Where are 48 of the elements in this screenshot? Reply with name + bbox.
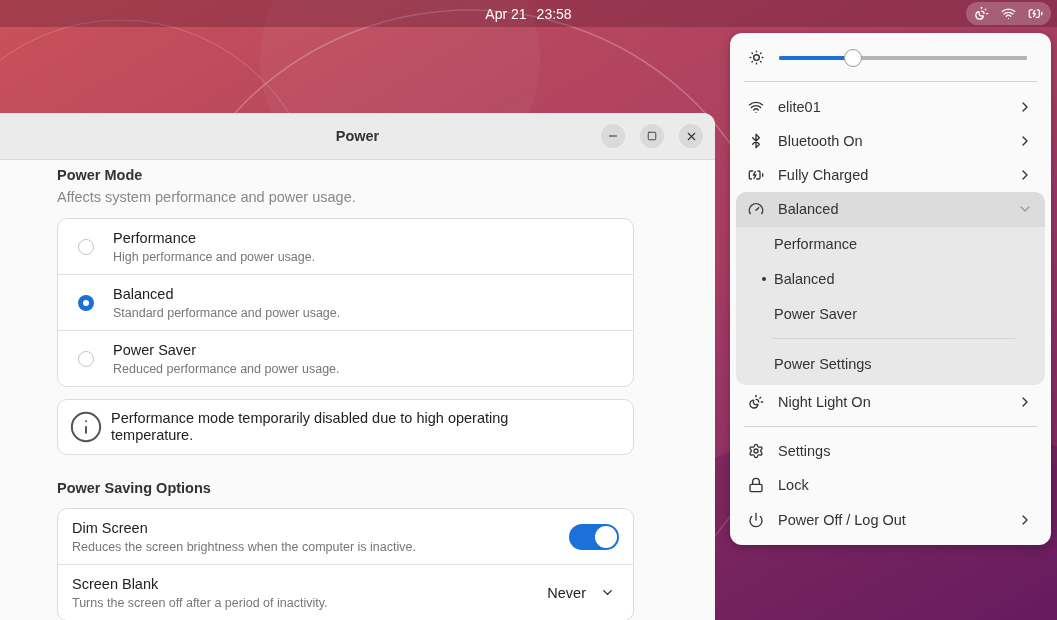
submenu-item[interactable]: Performance [774, 236, 1045, 253]
notice-text: Performance mode temporarily disabled due to high operating temperature. [111, 410, 510, 444]
option-description: High performance and power usage. [113, 249, 317, 264]
radio-button[interactable] [78, 294, 94, 311]
menu-item[interactable]: Power Off / Log Out [736, 502, 1045, 537]
menu-item[interactable]: elite01 [736, 89, 1045, 124]
option-label: Balanced [113, 285, 175, 302]
option-description: Standard performance and power usage. [113, 305, 342, 320]
brightness-icon [748, 49, 765, 67]
menu-item[interactable]: Fully Charged [736, 158, 1045, 193]
sun-icon [748, 393, 764, 410]
setting-description: Reduces the screen brightness when the computer is inactive. [72, 539, 417, 554]
power-icon [748, 511, 764, 528]
lock-icon [748, 477, 764, 494]
submenu-item[interactable]: Power Settings [774, 355, 1045, 372]
close-button[interactable] [679, 124, 703, 148]
radio-button[interactable] [78, 238, 94, 255]
setting-description: Turns the screen off after a period of inactivity. [72, 595, 329, 610]
settings-icon [748, 443, 764, 460]
option-description: Reduced performance and power usage. [113, 361, 341, 376]
setting-label: Dim Screen [72, 519, 149, 536]
minimize-button[interactable] [601, 124, 625, 148]
section-title: Power Saving Options [57, 480, 212, 496]
setting-label: Screen Blank [72, 575, 160, 592]
battery-charging-icon [1028, 6, 1043, 21]
toggle-switch[interactable] [569, 523, 619, 550]
menu-item[interactable]: Bluetooth On [736, 123, 1045, 158]
menu-item[interactable]: Lock [736, 468, 1045, 503]
dropdown[interactable]: Never [543, 584, 619, 601]
submenu-item[interactable]: Power Saver [774, 306, 1045, 323]
option-label: Performance [113, 229, 197, 246]
clock[interactable]: Apr 21 23:58 [485, 5, 572, 22]
system-tray[interactable] [966, 2, 1051, 25]
section-subtitle: Affects system performance and power usage. [57, 189, 357, 205]
submenu-item[interactable]: Balanced [774, 271, 1045, 288]
sun-icon [974, 6, 989, 21]
radio-button[interactable] [78, 350, 94, 367]
slider-thumb[interactable] [844, 48, 863, 67]
menu-item[interactable]: Settings [736, 433, 1045, 469]
menu-item[interactable]: Balanced [736, 192, 1045, 227]
window-title: Power [335, 128, 380, 144]
info-icon [69, 410, 103, 444]
maximize-button[interactable] [640, 124, 664, 148]
menu-item[interactable]: Night Light On [736, 384, 1045, 419]
option-label: Power Saver [113, 341, 197, 358]
wifi-icon [1001, 6, 1016, 21]
maximize-icon [647, 131, 657, 141]
section-title: Power Mode [57, 167, 144, 183]
